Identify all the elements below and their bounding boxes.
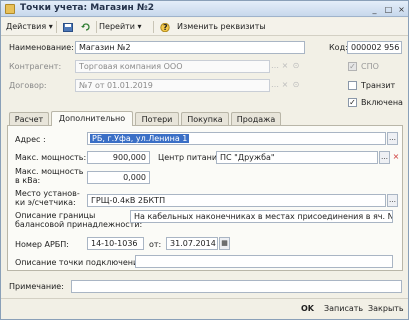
transit-label: Транзит bbox=[361, 81, 396, 90]
place-select-icon[interactable]: … bbox=[387, 194, 398, 207]
contract-field[interactable]: №7 от 01.01.2019 bbox=[75, 79, 270, 92]
tab-sale[interactable]: Продажа bbox=[231, 112, 281, 126]
address-select-icon[interactable]: … bbox=[387, 132, 398, 145]
tab-panel-additional: Адрес : РБ, г.Уфа, ул.Ленина 1 … Макс. м… bbox=[7, 125, 403, 271]
tab-additional[interactable]: Дополнительно bbox=[51, 111, 133, 126]
chevron-down-icon: ▾ bbox=[137, 22, 142, 31]
from-date-field[interactable]: 31.07.2014 bbox=[166, 237, 218, 250]
connection-field[interactable] bbox=[135, 255, 393, 268]
window-icon bbox=[5, 4, 15, 14]
max-power-kva-label-line1: Макс. мощность bbox=[15, 167, 84, 176]
boundary-field[interactable]: На кабельных наконечниках в местах присо… bbox=[130, 210, 393, 223]
goto-label: Перейти bbox=[99, 22, 135, 31]
window-title: Точки учета: Магазин №2 bbox=[20, 3, 155, 13]
from-label: от: bbox=[149, 240, 162, 249]
place-field[interactable]: ГРЩ-0.4кВ 2БКТП bbox=[87, 194, 386, 207]
footer-separator bbox=[1, 298, 408, 299]
address-value: РБ, г.Уфа, ул.Ленина 1 bbox=[90, 134, 190, 143]
connection-label: Описание точки подключения: bbox=[15, 258, 146, 267]
form-window: Точки учета: Магазин №2 _ □ × Действия ▾… bbox=[0, 0, 409, 320]
change-attributes-button[interactable]: Изменить реквизиты bbox=[177, 20, 266, 34]
max-power-kva-field[interactable]: 0,000 bbox=[87, 171, 150, 184]
contract-open-icon[interactable]: ⊙ bbox=[292, 79, 300, 92]
enabled-checkbox[interactable]: ✓ bbox=[348, 98, 357, 107]
name-label: Наименование: bbox=[9, 43, 74, 52]
spo-label: СПО bbox=[361, 62, 379, 71]
toolbar: Действия ▾ Перейти ▾ ? Изменить реквизит… bbox=[1, 18, 408, 36]
contractor-field[interactable]: Торговая компания ООО bbox=[75, 60, 270, 73]
code-label: Код: bbox=[329, 43, 348, 52]
contractor-select-icon[interactable]: … bbox=[271, 60, 279, 73]
arbp-field[interactable]: 14-10-1036 bbox=[87, 237, 144, 250]
toolbar-separator bbox=[96, 21, 97, 33]
enabled-label: Включена bbox=[361, 98, 403, 107]
place-label-line1: Место установ- bbox=[15, 189, 80, 198]
boundary-label-line2: балансовой принадлежности: bbox=[15, 220, 143, 229]
name-field[interactable]: Магазин №2 bbox=[75, 41, 305, 54]
minimize-icon[interactable]: _ bbox=[369, 4, 380, 14]
close-button[interactable]: Закрыть bbox=[368, 302, 404, 316]
save-button[interactable]: Записать bbox=[324, 302, 363, 316]
tab-purchase[interactable]: Покупка bbox=[181, 112, 229, 126]
power-center-clear-icon[interactable]: × bbox=[392, 151, 400, 164]
chevron-down-icon: ▾ bbox=[48, 22, 53, 31]
note-field[interactable] bbox=[71, 280, 402, 293]
refresh-icon[interactable] bbox=[78, 20, 93, 34]
power-center-field[interactable]: ПС "Дружба" bbox=[216, 151, 378, 164]
ok-button[interactable]: OK bbox=[301, 302, 314, 316]
contract-select-icon[interactable]: … bbox=[271, 79, 279, 92]
tab-losses[interactable]: Потери bbox=[135, 112, 179, 126]
max-power-field[interactable]: 900,000 bbox=[87, 151, 150, 164]
contractor-clear-icon[interactable]: × bbox=[281, 60, 289, 73]
contractor-label: Контрагент: bbox=[9, 62, 62, 71]
close-icon[interactable]: × bbox=[396, 4, 407, 14]
title-bar: Точки учета: Магазин №2 _ □ × bbox=[1, 1, 408, 17]
toolbar-separator bbox=[56, 21, 57, 33]
address-field[interactable]: РБ, г.Уфа, ул.Ленина 1 bbox=[87, 132, 386, 145]
spo-checkbox[interactable]: ✓ bbox=[348, 62, 357, 71]
actions-label: Действия bbox=[6, 22, 47, 31]
power-center-label: Центр питания: bbox=[158, 153, 225, 162]
code-field[interactable]: 000002 956 bbox=[347, 41, 402, 54]
contract-clear-icon[interactable]: × bbox=[281, 79, 289, 92]
address-label: Адрес : bbox=[15, 135, 46, 144]
note-label: Примечание: bbox=[9, 282, 64, 291]
place-label-line2: ки э/счетчика: bbox=[15, 198, 76, 207]
boundary-label-line1: Описание границы bbox=[15, 211, 96, 220]
actions-menu[interactable]: Действия ▾ bbox=[6, 20, 53, 34]
tab-calculation[interactable]: Расчет bbox=[9, 112, 49, 126]
help-icon-glyph: ? bbox=[163, 23, 168, 32]
toolbar-separator bbox=[153, 21, 154, 33]
help-icon[interactable]: ? bbox=[157, 20, 172, 34]
arbp-label: Номер АРБП: bbox=[15, 240, 69, 249]
calendar-icon[interactable]: ▦ bbox=[219, 237, 230, 250]
contract-label: Договор: bbox=[9, 81, 47, 90]
maximize-icon[interactable]: □ bbox=[383, 4, 394, 14]
save-icon[interactable] bbox=[60, 20, 75, 34]
goto-menu[interactable]: Перейти ▾ bbox=[99, 20, 142, 34]
max-power-label: Макс. мощность: bbox=[15, 153, 87, 162]
contractor-open-icon[interactable]: ⊙ bbox=[292, 60, 300, 73]
power-center-select-icon[interactable]: … bbox=[379, 151, 390, 164]
max-power-kva-label-line2: в кВа: bbox=[15, 176, 41, 185]
transit-checkbox[interactable] bbox=[348, 81, 357, 90]
